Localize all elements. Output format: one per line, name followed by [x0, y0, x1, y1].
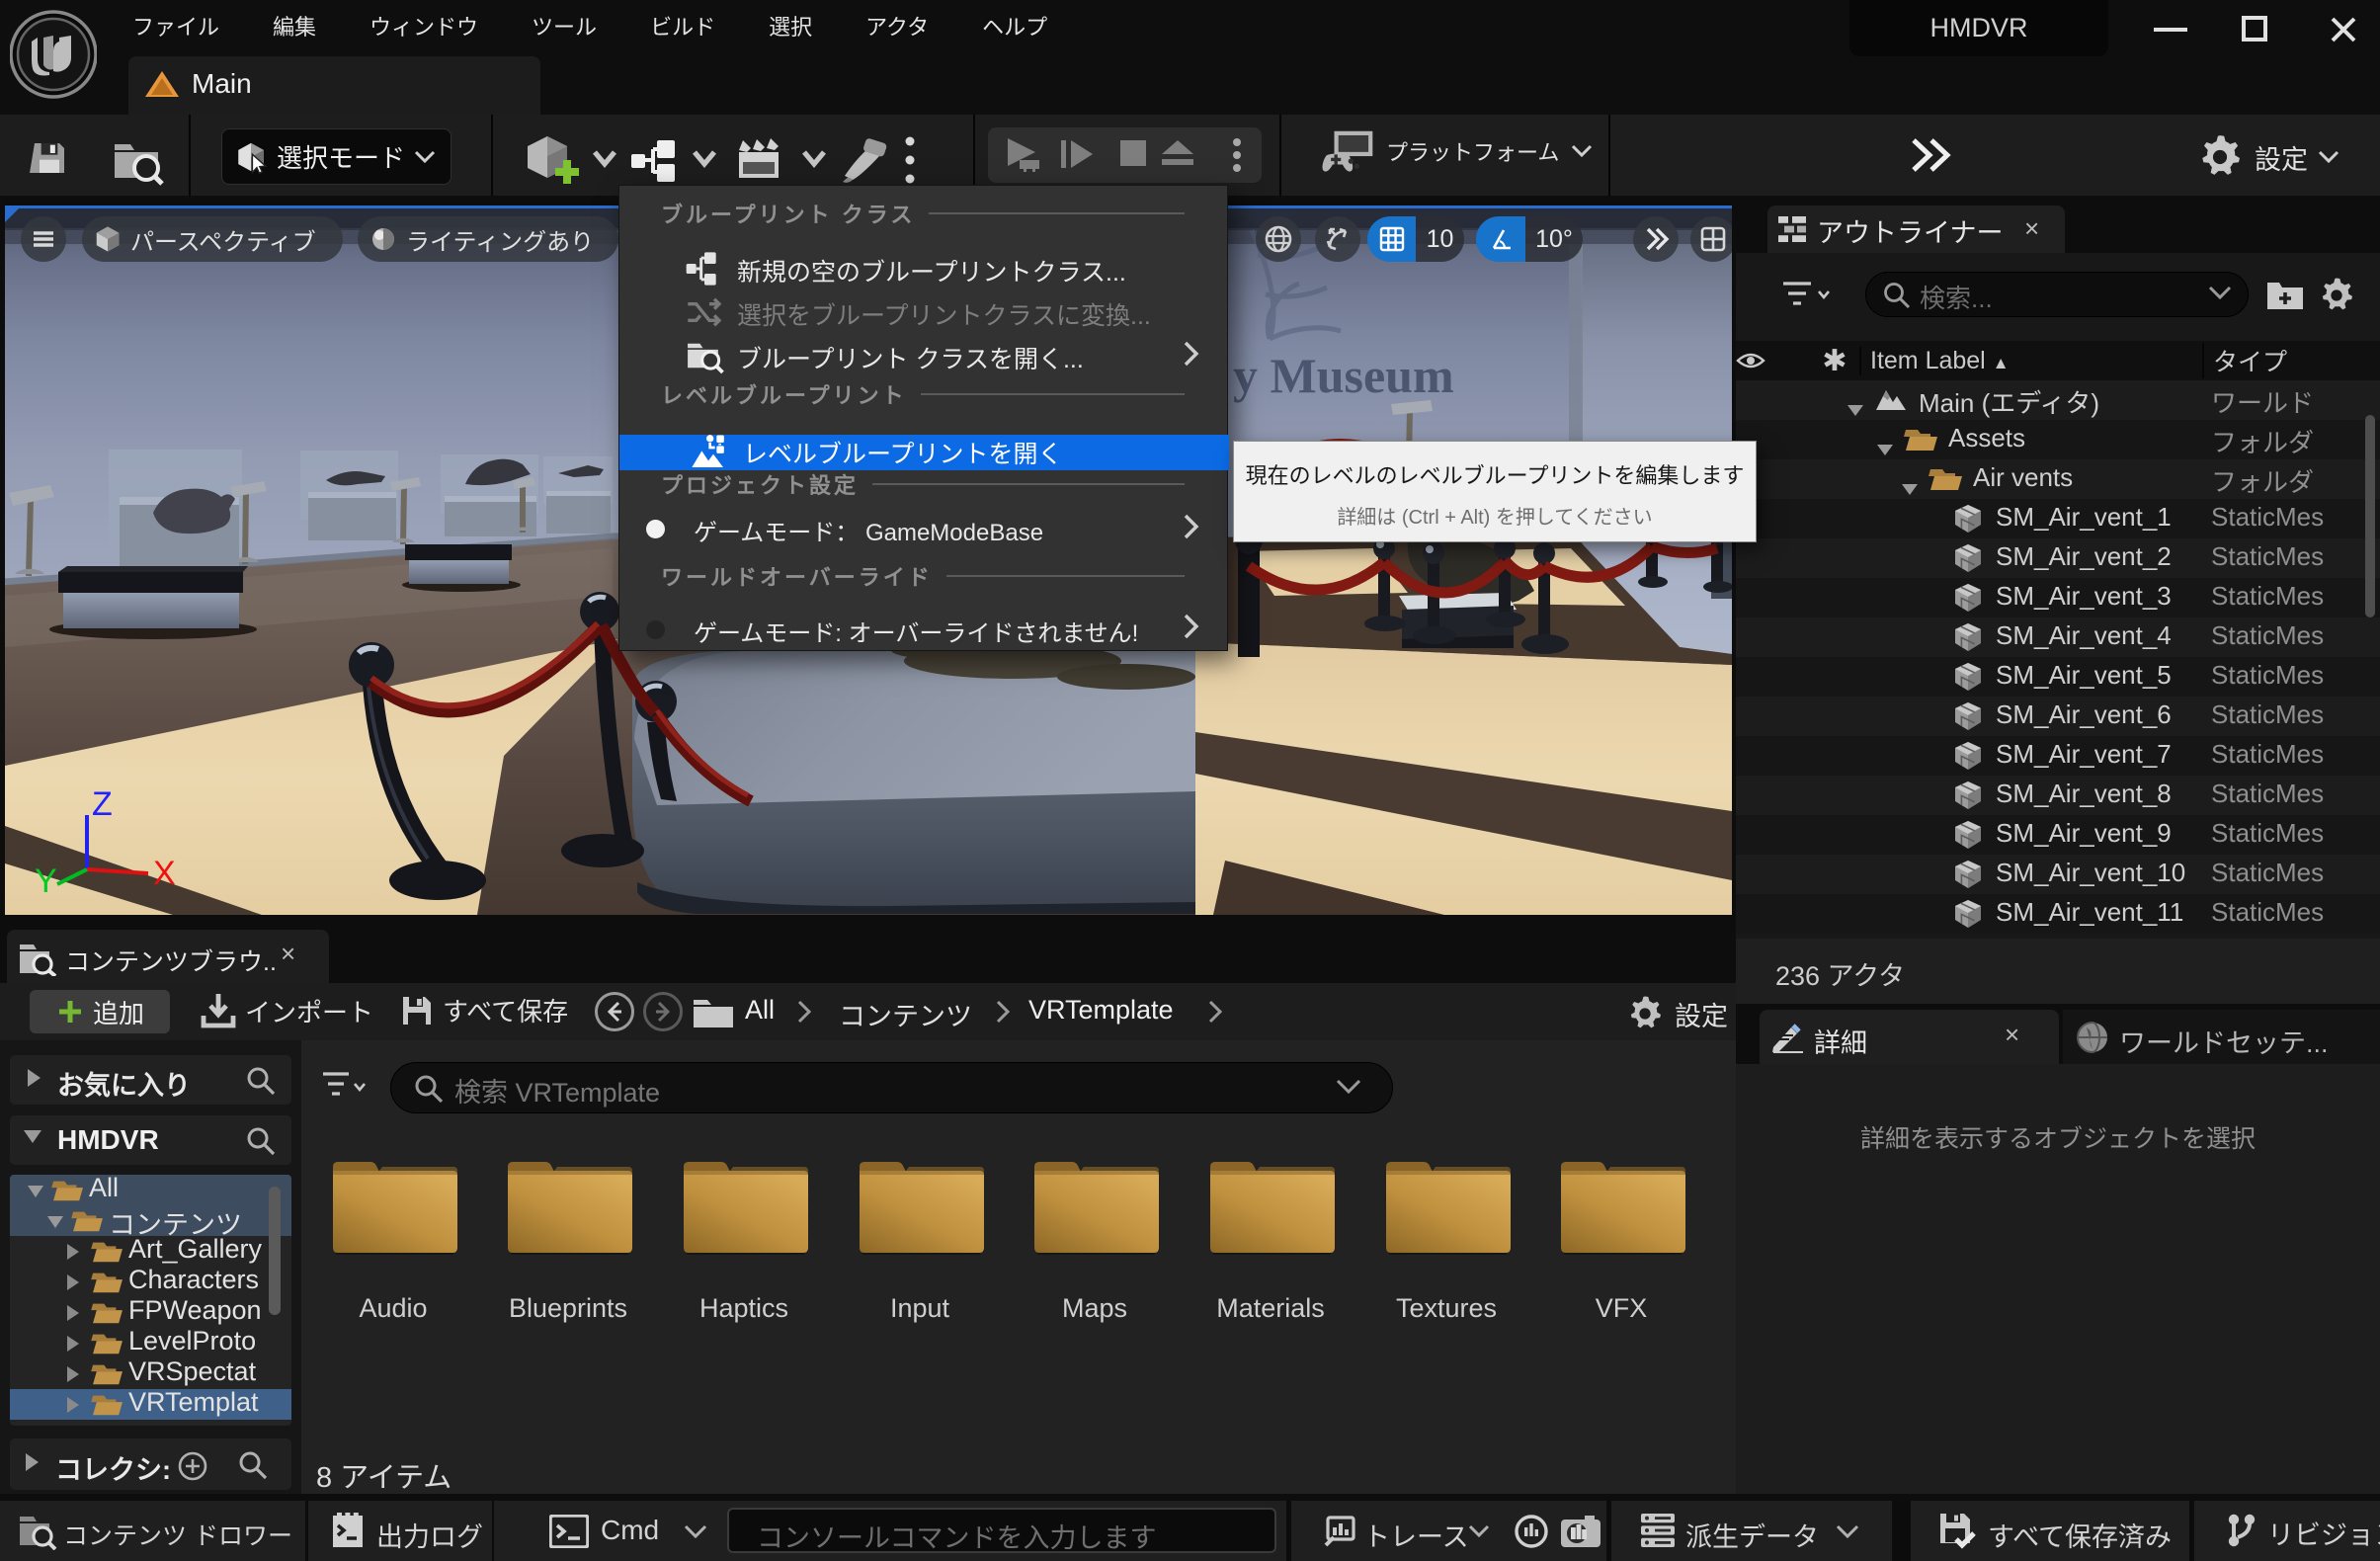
svg-text:Y: Y: [35, 863, 57, 900]
svg-text:Z: Z: [92, 785, 113, 823]
svg-text:y Museum: y Museum: [1233, 348, 1454, 403]
svg-text:X: X: [153, 855, 176, 892]
